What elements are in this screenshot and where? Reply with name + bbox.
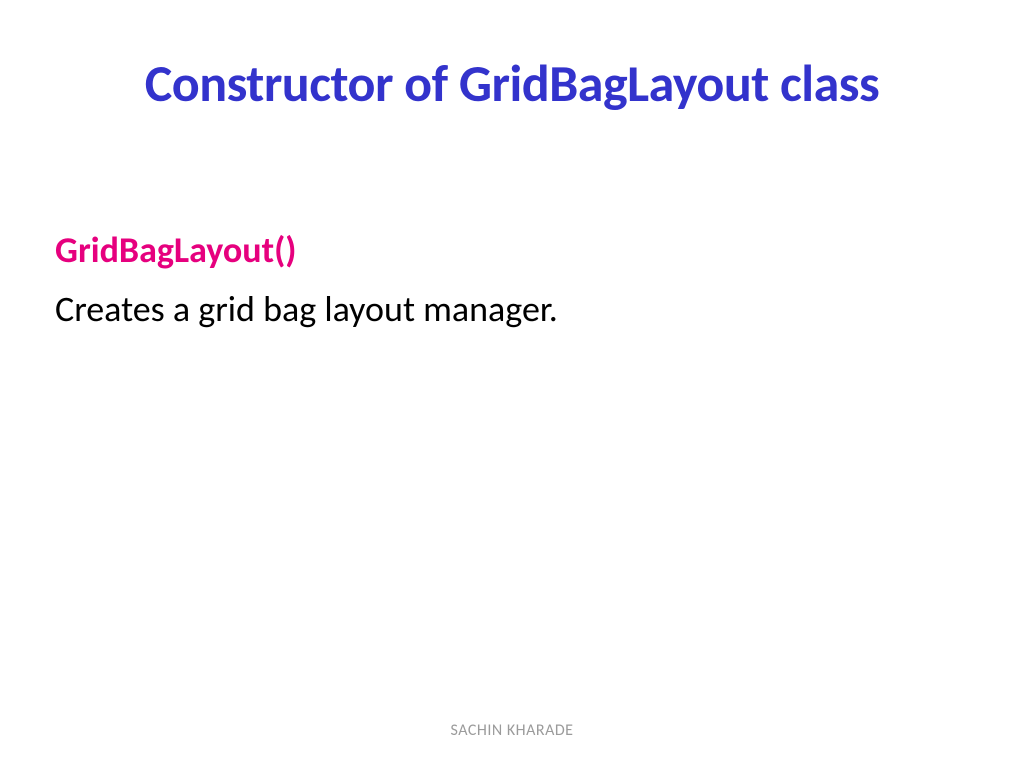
footer-author: SACHIN KHARADE [0,721,1024,740]
content-area: GridBagLayout() Creates a grid bag layou… [0,112,1024,333]
constructor-description: Creates a grid bag layout manager. [55,274,1024,333]
constructor-name: GridBagLayout() [55,227,1024,274]
slide-title: Constructor of GridBagLayout class [0,0,1024,112]
